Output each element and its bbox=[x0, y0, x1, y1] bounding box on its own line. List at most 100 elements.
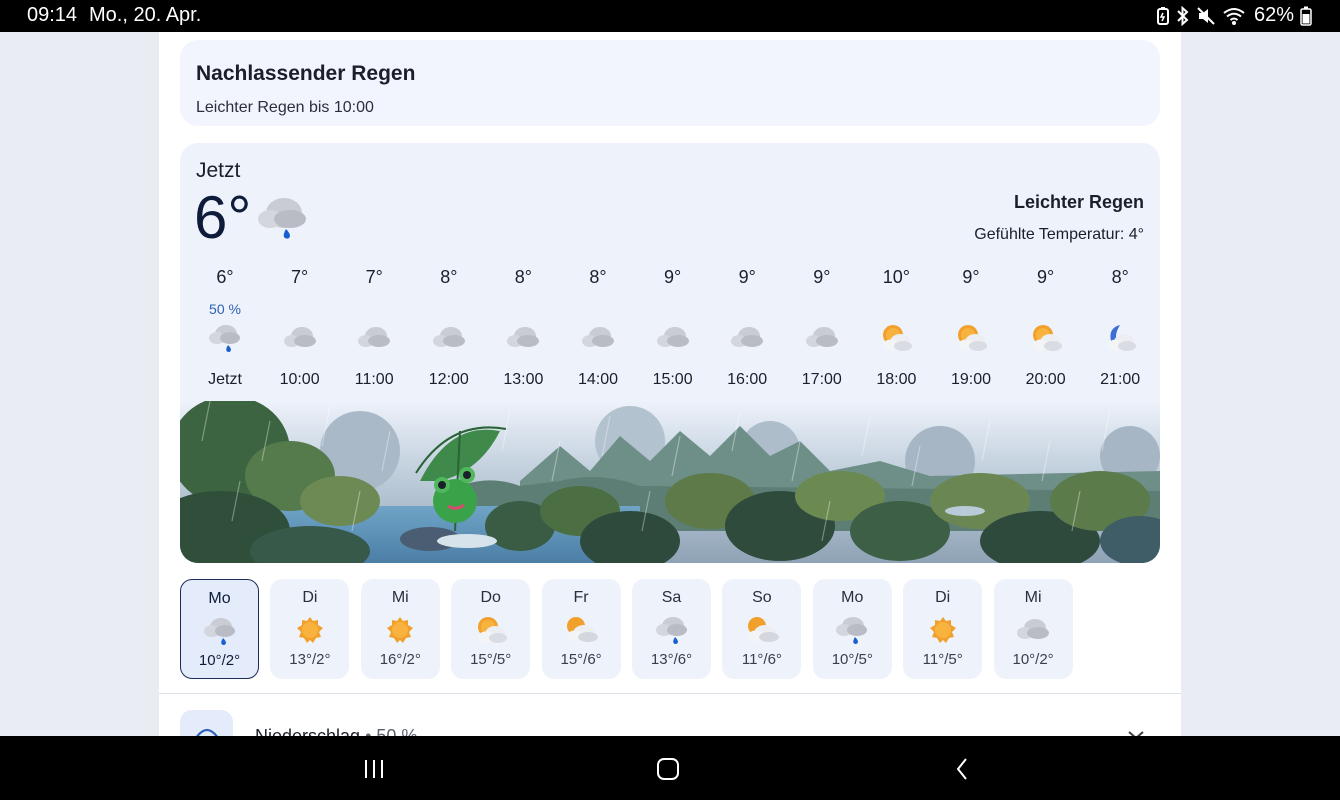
mostly-cloudy-icon bbox=[542, 609, 621, 651]
day-temperature-range: 13°/6° bbox=[650, 651, 693, 668]
day-temperature-range: 11°/6° bbox=[741, 651, 782, 668]
sunny-icon bbox=[361, 609, 440, 651]
bluetooth-icon bbox=[1177, 5, 1189, 26]
hourly-time: 12:00 bbox=[428, 371, 469, 388]
day-name: Di bbox=[302, 589, 318, 606]
hourly-item[interactable]: 6° 50 % Jetzt bbox=[188, 267, 262, 389]
cloudy-icon bbox=[785, 319, 859, 357]
battery-percent: 62% bbox=[1253, 4, 1294, 26]
hourly-precipitation bbox=[1083, 301, 1157, 319]
day-name: Di bbox=[935, 589, 951, 606]
hourly-precipitation bbox=[636, 301, 710, 319]
hourly-item[interactable]: 9° 17:00 bbox=[785, 267, 859, 389]
cloudy-icon bbox=[486, 319, 560, 357]
hourly-temperature: 10° bbox=[882, 267, 910, 287]
hourly-item[interactable]: 8° 14:00 bbox=[561, 267, 635, 389]
recent-apps-icon bbox=[365, 760, 383, 778]
daily-item[interactable]: Mi 16°/2° bbox=[360, 579, 440, 679]
mute-icon bbox=[1197, 6, 1215, 25]
daily-item[interactable]: Di 13°/2° bbox=[270, 579, 350, 679]
hourly-item[interactable]: 10° 18:00 bbox=[859, 267, 933, 389]
condition-text: Leichter Regen bbox=[1013, 192, 1144, 212]
hourly-precipitation bbox=[710, 301, 784, 319]
partly-cloudy-night-icon bbox=[1083, 319, 1157, 357]
cloudy-icon bbox=[263, 319, 337, 357]
hourly-temperature: 7° bbox=[290, 267, 309, 287]
right-margin bbox=[1181, 32, 1340, 736]
hourly-item[interactable]: 7° 11:00 bbox=[337, 267, 411, 389]
daily-item[interactable]: Sa 13°/6° bbox=[632, 579, 711, 679]
hourly-item[interactable]: 8° 12:00 bbox=[412, 267, 486, 389]
status-time: 09:14 bbox=[27, 4, 78, 26]
hourly-precipitation: 50 % bbox=[209, 301, 241, 317]
summary-title: Nachlassender Regen bbox=[196, 62, 416, 85]
daily-item[interactable]: So 11°/6° bbox=[722, 579, 802, 679]
hourly-item[interactable]: 9° 20:00 bbox=[1009, 267, 1083, 389]
cloudy-icon bbox=[412, 319, 486, 357]
hourly-time: 17:00 bbox=[801, 371, 842, 388]
hourly-item[interactable]: 8° 21:00 bbox=[1083, 267, 1157, 389]
hourly-item[interactable]: 7° 10:00 bbox=[263, 267, 337, 389]
hourly-temperature: 8° bbox=[514, 267, 532, 287]
hourly-time: 15:00 bbox=[652, 371, 693, 388]
partly-cloudy-icon bbox=[934, 319, 1008, 357]
cloudy-icon bbox=[561, 319, 635, 357]
umbrella-icon bbox=[195, 728, 218, 736]
back-icon bbox=[956, 758, 967, 780]
hourly-temperature: 9° bbox=[962, 267, 980, 287]
precipitation-icon-box bbox=[180, 710, 233, 736]
hourly-time: 14:00 bbox=[577, 371, 619, 388]
now-label: Jetzt bbox=[196, 159, 241, 182]
summary-subtitle: Leichter Regen bis 10:00 bbox=[196, 99, 374, 116]
hourly-item[interactable]: 9° 16:00 bbox=[710, 267, 784, 389]
hourly-precipitation bbox=[859, 301, 933, 319]
hourly-item[interactable]: 9° 15:00 bbox=[636, 267, 710, 389]
daily-forecast[interactable]: Mo 10°/2° Di 13°/2° Mi 16°/2° Do 15°/5° Fr 15°/6°… bbox=[180, 579, 1160, 679]
precipitation-section[interactable]: Niederschlag • 50 % bbox=[180, 710, 1160, 736]
hourly-temperature: 8° bbox=[1111, 267, 1129, 287]
back-button[interactable] bbox=[942, 754, 982, 784]
day-temperature-range: 15°/5° bbox=[470, 651, 512, 668]
hourly-precipitation bbox=[561, 301, 635, 319]
light-rain-icon bbox=[254, 191, 310, 248]
current-temperature: 6° bbox=[194, 184, 252, 251]
daily-item[interactable]: Mi 10°/2° bbox=[993, 579, 1073, 679]
hourly-temperature: 9° bbox=[1036, 267, 1055, 287]
hourly-time: Jetzt bbox=[208, 371, 242, 388]
battery-icon bbox=[1300, 6, 1312, 26]
day-name: Mi bbox=[391, 589, 409, 606]
day-name: Mi bbox=[1024, 589, 1042, 606]
cloudy-icon bbox=[337, 319, 411, 357]
hourly-precipitation bbox=[263, 301, 337, 319]
recent-apps-button[interactable] bbox=[354, 754, 394, 784]
hourly-item[interactable]: 8° 13:00 bbox=[486, 267, 560, 389]
battery-saver-icon bbox=[1156, 6, 1169, 25]
home-button[interactable] bbox=[648, 754, 688, 784]
day-name: Fr bbox=[573, 589, 589, 606]
left-margin bbox=[0, 32, 159, 736]
day-name: Sa bbox=[661, 589, 682, 606]
hourly-item[interactable]: 9° 19:00 bbox=[934, 267, 1008, 389]
hourly-forecast[interactable]: 6° 50 % Jetzt 7° 10:00 7° 11:00 8° 12:00 8° 13:00 8… bbox=[188, 267, 1152, 397]
hourly-precipitation bbox=[785, 301, 859, 319]
weather-content[interactable]: Nachlassender Regen Leichter Regen bis 1… bbox=[159, 32, 1181, 736]
hourly-precipitation bbox=[412, 301, 486, 319]
cloudy-icon bbox=[994, 609, 1073, 651]
cloudy-icon bbox=[636, 319, 710, 357]
precipitation-label: Niederschlag • 50 % bbox=[255, 726, 417, 736]
status-bar: 09:14 Mo., 20. Apr. 62% bbox=[0, 0, 1340, 32]
day-temperature-range: 16°/2° bbox=[379, 651, 421, 668]
feels-like-text: Gefühlte Temperatur: 4° bbox=[974, 226, 1144, 243]
status-date: Mo., 20. Apr. bbox=[89, 4, 202, 26]
hourly-time: 16:00 bbox=[727, 371, 768, 388]
daily-item[interactable]: Mo 10°/5° bbox=[812, 579, 892, 679]
daily-item[interactable]: Mo 10°/2° bbox=[180, 579, 259, 679]
hourly-precipitation bbox=[934, 301, 1008, 319]
daily-item[interactable]: Fr 15°/6° bbox=[541, 579, 621, 679]
status-icons: 62% bbox=[1156, 4, 1312, 27]
hourly-precipitation bbox=[486, 301, 560, 319]
daily-item[interactable]: Do 15°/5° bbox=[451, 579, 531, 679]
daily-item[interactable]: Di 11°/5° bbox=[903, 579, 983, 679]
hourly-temperature: 7° bbox=[365, 267, 383, 287]
chevron-down-icon[interactable] bbox=[1126, 728, 1146, 736]
